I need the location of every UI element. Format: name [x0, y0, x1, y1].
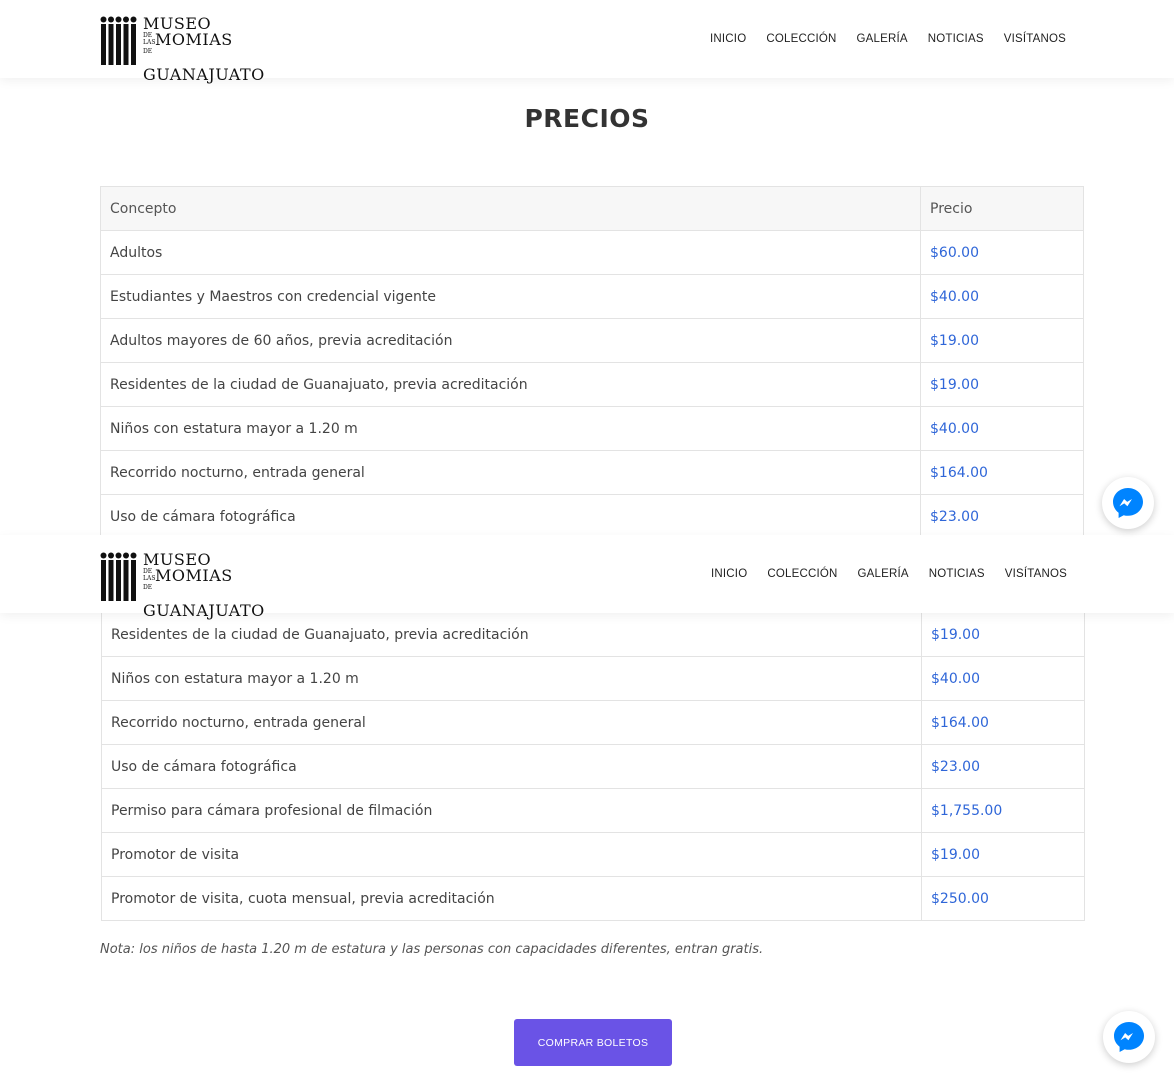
concept-cell: Uso de cámara fotográfica: [101, 744, 922, 789]
sticky-main-nav: INICIO COLECCIÓN GALERÍA NOTICIAS VISÍTA…: [701, 535, 1077, 613]
messenger-chat-button[interactable]: [1102, 477, 1154, 529]
table-row: Promotor de visita $19.00: [101, 832, 1085, 877]
logo-wordmark: MUSEO DE LASMOMIAS DEGUANAJUATO: [143, 552, 276, 620]
concept-cell: Uso de cámara fotográfica: [100, 494, 921, 539]
price-cell: $40.00: [921, 656, 1085, 701]
concept-cell: Niños con estatura mayor a 1.20 m: [101, 656, 922, 701]
price-cell: $19.00: [921, 612, 1085, 657]
messenger-icon: [1114, 1022, 1144, 1052]
price-cell: $19.00: [921, 832, 1085, 877]
table-row: Estudiantes y Maestros con credencial vi…: [100, 274, 1084, 319]
price-cell: $23.00: [920, 494, 1084, 539]
concept-cell: Residentes de la ciudad de Guanajuato, p…: [100, 362, 921, 407]
page-title: PRECIOS: [524, 104, 650, 133]
table-row: Niños con estatura mayor a 1.20 m $40.00: [101, 656, 1085, 701]
sticky-site-logo[interactable]: MUSEO DE LASMOMIAS DEGUANAJUATO: [100, 552, 276, 620]
concept-cell: Promotor de visita: [101, 832, 922, 877]
concept-cell: Promotor de visita, cuota mensual, previ…: [101, 876, 922, 921]
logo-de-las: DE LAS: [143, 568, 156, 582]
nav-link-visitanos[interactable]: VISÍTANOS: [995, 568, 1077, 580]
concept-cell: Niños con estatura mayor a 1.20 m: [100, 406, 921, 451]
sticky-header: MUSEO DE LASMOMIAS DEGUANAJUATO INICIO C…: [0, 535, 1174, 620]
table-header-row: Concepto Precio: [100, 186, 1084, 231]
table-row: Permiso para cámara profesional de filma…: [101, 788, 1085, 833]
messenger-icon: [1113, 488, 1143, 518]
nav-link-visitanos[interactable]: VISÍTANOS: [994, 33, 1076, 45]
logo-line-guanajuato: DE GUANAJUATO: [143, 584, 276, 620]
table-row: Promotor de visita, cuota mensual, previ…: [101, 876, 1085, 921]
concept-cell: Adultos mayores de 60 años, previa acred…: [100, 318, 921, 363]
concept-cell: Permiso para cámara profesional de filma…: [101, 788, 922, 833]
table-row: Uso de cámara fotográfica $23.00: [101, 744, 1085, 789]
nav-link-coleccion[interactable]: COLECCIÓN: [757, 568, 847, 580]
logo-de: DE: [143, 48, 153, 55]
header-price: Precio: [920, 186, 1084, 231]
free-entry-note: Nota: los niños de hasta 1.20 m de estat…: [100, 942, 764, 957]
prices-table: Concepto Precio Adultos $60.00 Estudiantes…: [100, 186, 1084, 539]
price-cell: $19.00: [920, 362, 1084, 407]
logo-momias-text: MOMIAS: [155, 30, 233, 49]
logo-momias-text: MOMIAS: [155, 566, 233, 585]
nav-link-inicio[interactable]: INICIO: [700, 33, 756, 45]
logo-line-momias: DE LASMOMIAS: [143, 32, 276, 48]
table-row: Adultos $60.00: [100, 230, 1084, 275]
messenger-chat-button[interactable]: [1103, 1011, 1155, 1063]
logo-wordmark: MUSEO DE LASMOMIAS DEGUANAJUATO: [143, 16, 276, 84]
table-row: Niños con estatura mayor a 1.20 m $40.00: [100, 406, 1084, 451]
main-nav: INICIO COLECCIÓN GALERÍA NOTICIAS VISÍTA…: [700, 0, 1076, 78]
site-header: MUSEO DE LASMOMIAS DEGUANAJUATO INICIO C…: [0, 0, 1174, 84]
concept-cell: Estudiantes y Maestros con credencial vi…: [100, 274, 921, 319]
site-logo[interactable]: MUSEO DE LASMOMIAS DEGUANAJUATO: [100, 16, 276, 84]
buy-tickets-button[interactable]: COMPRAR BOLETOS: [514, 1019, 672, 1066]
logo-guanajuato-text: GUANAJUATO: [143, 601, 265, 620]
prices-table-continued: Residentes de la ciudad de Guanajuato, p…: [101, 612, 1085, 921]
logo-line-guanajuato: DE GUANAJUATO: [143, 48, 276, 84]
price-cell: $40.00: [920, 406, 1084, 451]
concept-cell: Recorrido nocturno, entrada general: [101, 700, 922, 745]
table-row: Recorrido nocturno, entrada general $164.…: [100, 450, 1084, 495]
table-row: Recorrido nocturno, entrada general $164.…: [101, 700, 1085, 745]
price-cell: $1,755.00: [921, 788, 1085, 833]
mummies-logo-icon: [100, 16, 137, 65]
price-cell: $60.00: [920, 230, 1084, 275]
price-cell: $164.00: [921, 700, 1085, 745]
table-row: Adultos mayores de 60 años, previa acred…: [100, 318, 1084, 363]
price-cell: $40.00: [920, 274, 1084, 319]
price-cell: $23.00: [921, 744, 1085, 789]
table-row: Uso de cámara fotográfica $23.00: [100, 494, 1084, 539]
header-concept: Concepto: [100, 186, 921, 231]
nav-link-inicio[interactable]: INICIO: [701, 568, 757, 580]
logo-line-momias: DE LASMOMIAS: [143, 568, 276, 584]
concept-cell: Adultos: [100, 230, 921, 275]
price-cell: $250.00: [921, 876, 1085, 921]
nav-link-noticias[interactable]: NOTICIAS: [919, 568, 995, 580]
price-cell: $19.00: [920, 318, 1084, 363]
logo-de-las: DE LAS: [143, 32, 156, 46]
nav-link-galeria[interactable]: GALERÍA: [847, 33, 918, 45]
price-cell: $164.00: [920, 450, 1084, 495]
mummies-logo-icon: [100, 552, 137, 601]
logo-de: DE: [143, 584, 153, 591]
nav-link-noticias[interactable]: NOTICIAS: [918, 33, 994, 45]
concept-cell: Recorrido nocturno, entrada general: [100, 450, 921, 495]
nav-link-galeria[interactable]: GALERÍA: [848, 568, 919, 580]
nav-link-coleccion[interactable]: COLECCIÓN: [756, 33, 846, 45]
logo-guanajuato-text: GUANAJUATO: [143, 65, 265, 84]
table-row: Residentes de la ciudad de Guanajuato, p…: [100, 362, 1084, 407]
